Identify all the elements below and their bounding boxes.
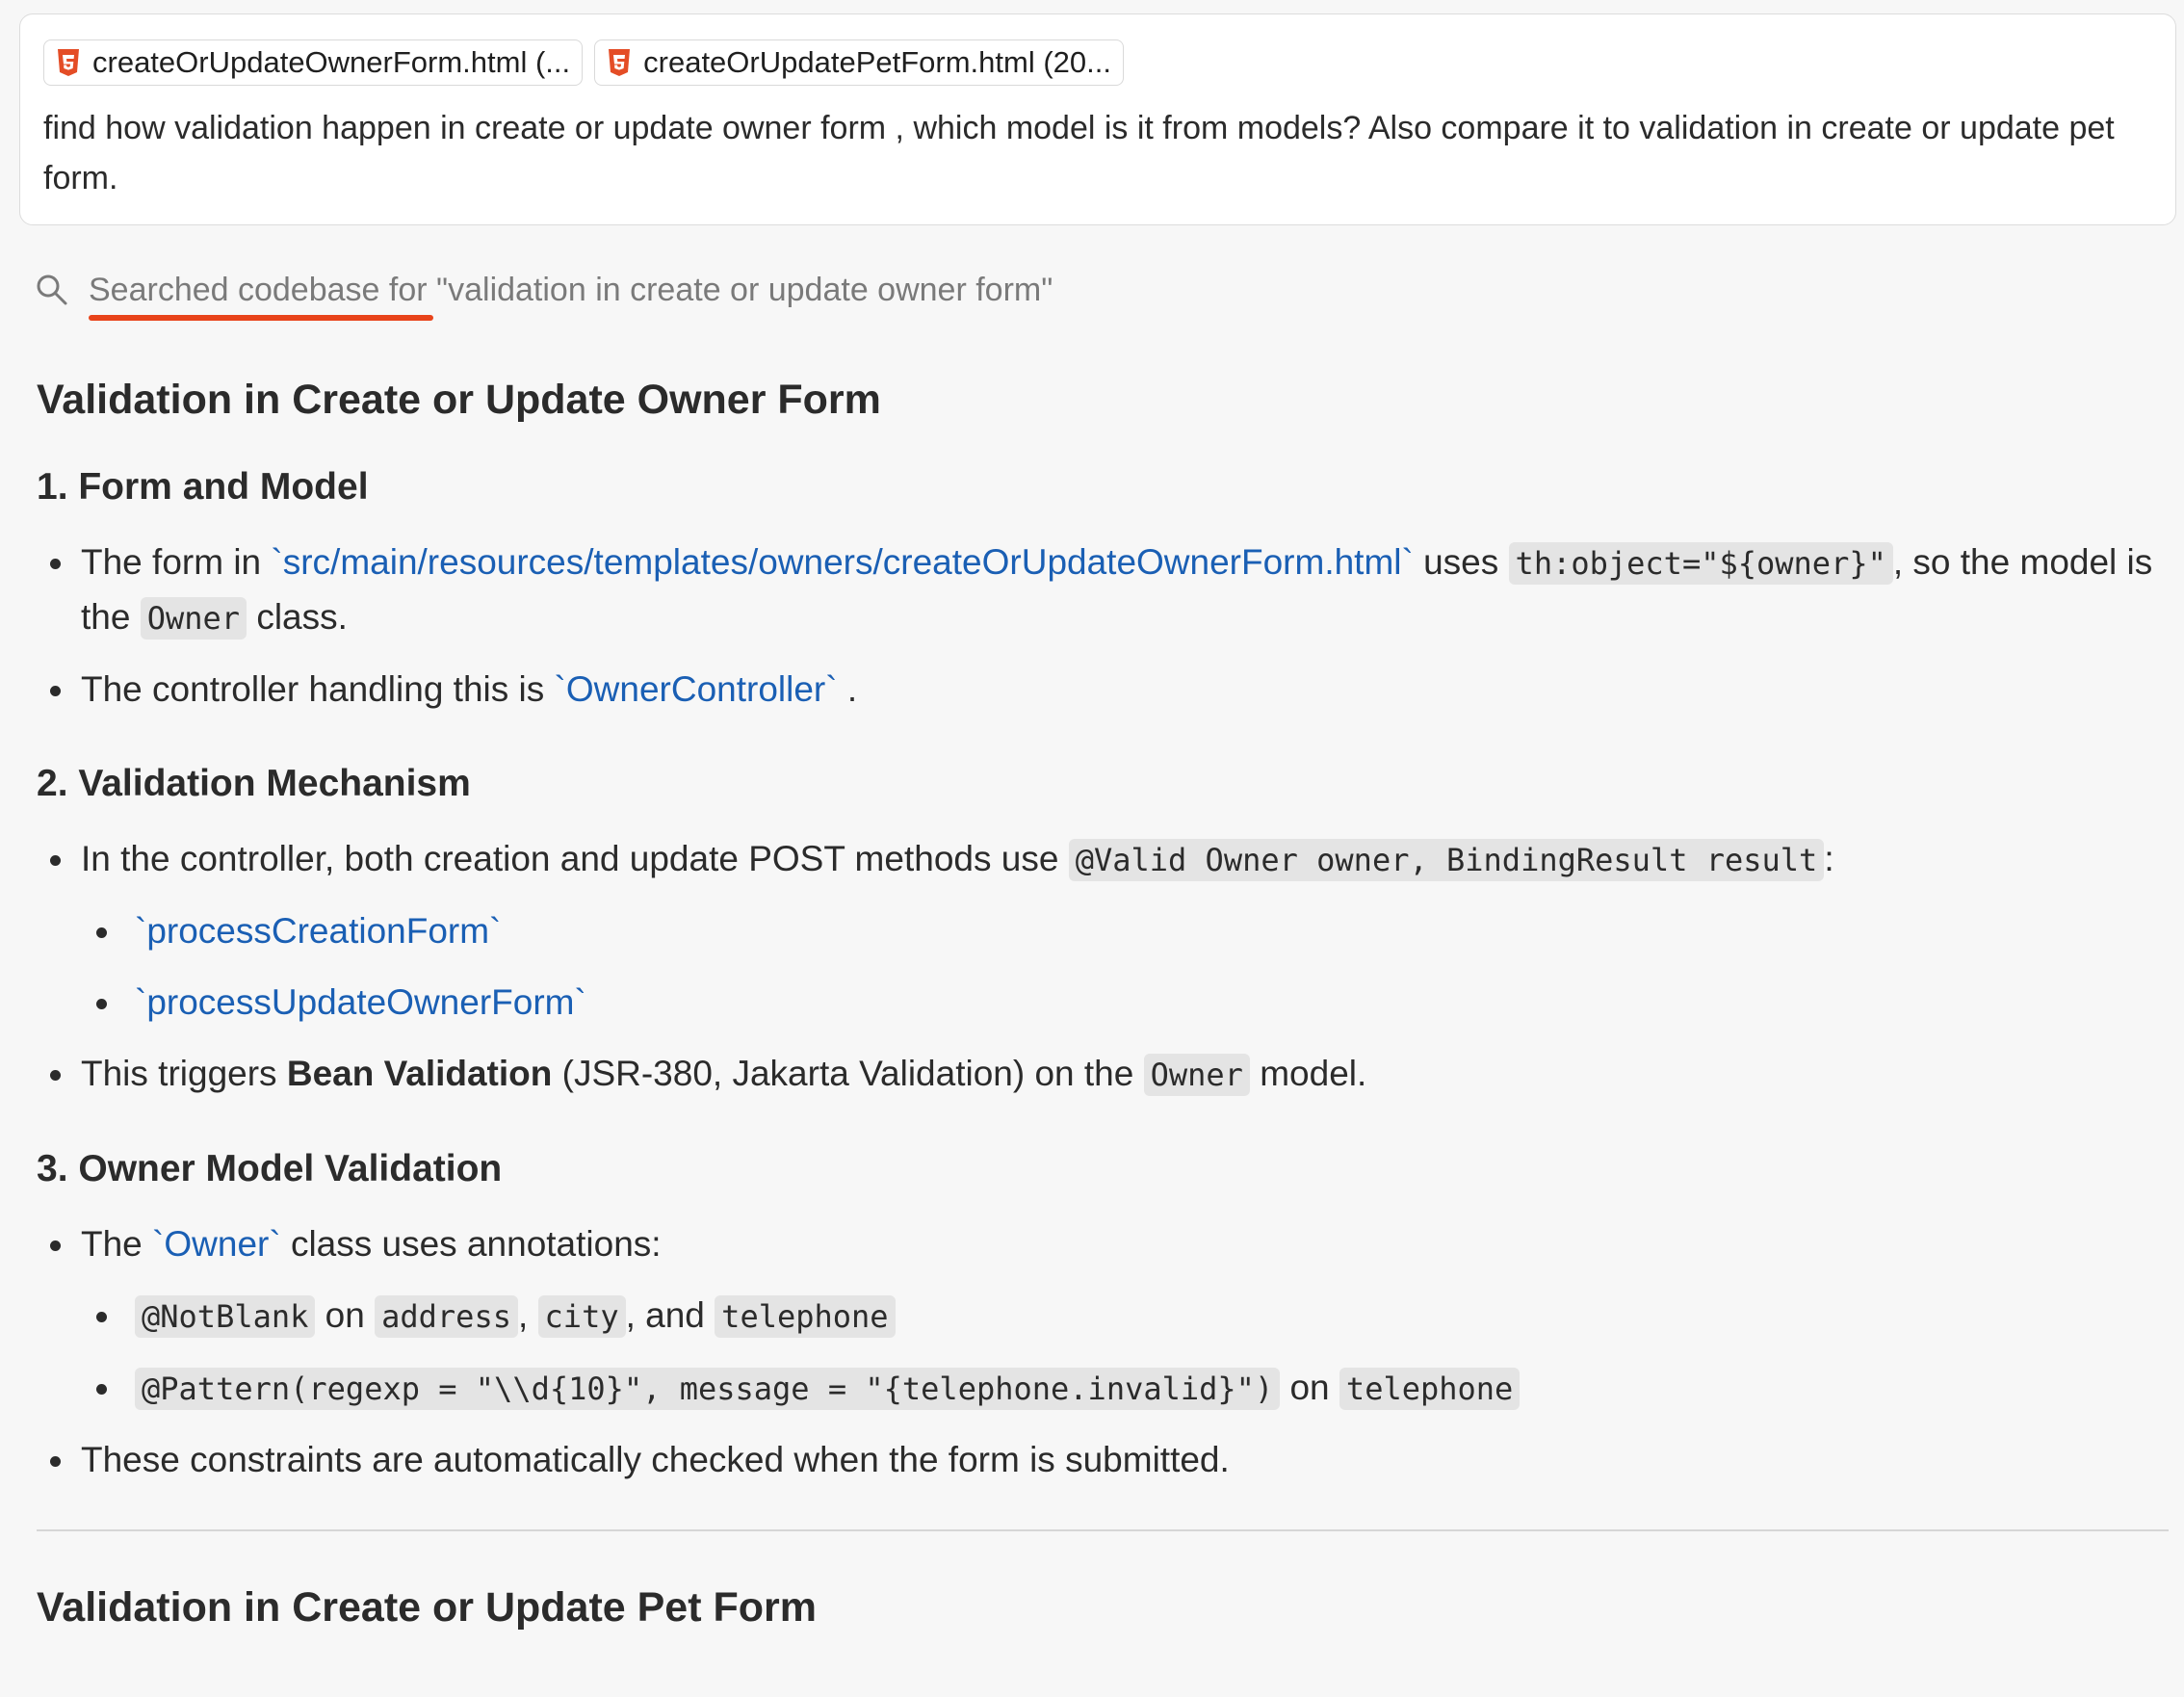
bold-text: Bean Validation xyxy=(286,1054,553,1093)
section-title-owner: Validation in Create or Update Owner For… xyxy=(37,377,881,423)
search-status-text: Searched codebase for "validation in cre… xyxy=(89,271,1053,321)
text: model. xyxy=(1249,1054,1367,1093)
inline-code: th:object="${owner}" xyxy=(1508,542,1893,585)
attached-file-chip-pet-form[interactable]: createOrUpdatePetForm.html (20... xyxy=(594,39,1124,86)
assistant-response: Validation in Create or Update Owner For… xyxy=(37,366,2169,1641)
user-prompt-card: createOrUpdateOwnerForm.html (... create… xyxy=(19,13,2176,225)
list-item: In the controller, both creation and upd… xyxy=(37,832,2155,887)
text: uses xyxy=(1423,542,1509,582)
symbol-link-owner-controller[interactable]: `OwnerController` xyxy=(555,669,838,709)
bullet-list: The form in `src/main/resources/template… xyxy=(37,535,2155,717)
text: , xyxy=(517,1295,538,1335)
list-item: `processUpdateOwnerForm` xyxy=(37,976,2155,1030)
inline-code: @Pattern(regexp = "\\d{10}", message = "… xyxy=(135,1368,1281,1410)
bullet-list: The `Owner` class uses annotations: @Not… xyxy=(37,1217,2155,1487)
list-item: This triggers Bean Validation (JSR-380, … xyxy=(37,1047,2155,1102)
bullet-list: In the controller, both creation and upd… xyxy=(37,832,2155,1102)
text: : xyxy=(1824,839,1834,878)
inline-code: telephone xyxy=(1339,1368,1521,1410)
attached-files: createOrUpdateOwnerForm.html (... create… xyxy=(43,39,1124,86)
inline-code: @NotBlank xyxy=(135,1295,316,1338)
inline-code: @Valid Owner owner, BindingResult result xyxy=(1068,839,1825,881)
text: The form in xyxy=(81,542,272,582)
list-item: The form in `src/main/resources/template… xyxy=(37,535,2155,645)
inline-code: address xyxy=(375,1295,518,1338)
html5-icon xyxy=(609,49,631,76)
text: The xyxy=(81,1224,153,1264)
text: The controller handling this is xyxy=(81,669,555,709)
search-status[interactable]: Searched codebase for "validation in cre… xyxy=(35,266,1053,321)
chip-label: createOrUpdatePetForm.html (20... xyxy=(643,45,1111,79)
search-query: "validation in create or update owner fo… xyxy=(436,271,1053,308)
text: . xyxy=(846,669,858,709)
symbol-link-owner[interactable]: `Owner` xyxy=(152,1224,281,1264)
search-icon xyxy=(37,274,67,305)
inline-code: Owner xyxy=(1143,1054,1250,1096)
list-item: These constraints are automatically chec… xyxy=(37,1433,2155,1487)
list-item: The `Owner` class uses annotations: xyxy=(37,1217,2155,1271)
inline-code: city xyxy=(537,1295,626,1338)
symbol-link-process-creation-form[interactable]: `processCreationForm` xyxy=(135,911,501,951)
subsection-title-validation-mechanism: 2. Validation Mechanism xyxy=(37,763,471,804)
file-link-owner-form[interactable]: `src/main/resources/templates/owners/cre… xyxy=(271,542,1413,582)
subsection-title-form-model: 1. Form and Model xyxy=(37,466,369,508)
list-item: `processCreationForm` xyxy=(37,904,2155,958)
text: on xyxy=(1280,1368,1339,1407)
text: , and xyxy=(625,1295,715,1335)
html5-icon xyxy=(58,49,79,76)
search-lead: Searched codebase for xyxy=(89,271,428,308)
list-item: @Pattern(regexp = "\\d{10}", message = "… xyxy=(37,1361,2155,1416)
text: class. xyxy=(247,597,348,637)
list-item: @NotBlank on address, city, and telephon… xyxy=(37,1289,2155,1344)
inline-code: Owner xyxy=(140,597,247,640)
chip-label: createOrUpdateOwnerForm.html (... xyxy=(92,45,571,79)
inline-code: telephone xyxy=(715,1295,896,1338)
text: In the controller, both creation and upd… xyxy=(81,839,1069,878)
section-title-pet: Validation in Create or Update Pet Form xyxy=(37,1584,817,1631)
text: class uses annotations: xyxy=(290,1224,662,1264)
prompt-text: find how validation happen in create or … xyxy=(43,110,2115,196)
attached-file-chip-owner-form[interactable]: createOrUpdateOwnerForm.html (... xyxy=(43,39,584,86)
symbol-link-process-update-owner-form[interactable]: `processUpdateOwnerForm` xyxy=(135,982,586,1022)
highlight-underline xyxy=(89,314,433,321)
text: on xyxy=(315,1295,376,1335)
text: (JSR-380, Jakarta Validation) on the xyxy=(552,1054,1144,1093)
text: This triggers xyxy=(81,1054,287,1093)
list-item: The controller handling this is `OwnerCo… xyxy=(37,663,2155,717)
subsection-title-owner-model-validation: 3. Owner Model Validation xyxy=(37,1148,503,1189)
